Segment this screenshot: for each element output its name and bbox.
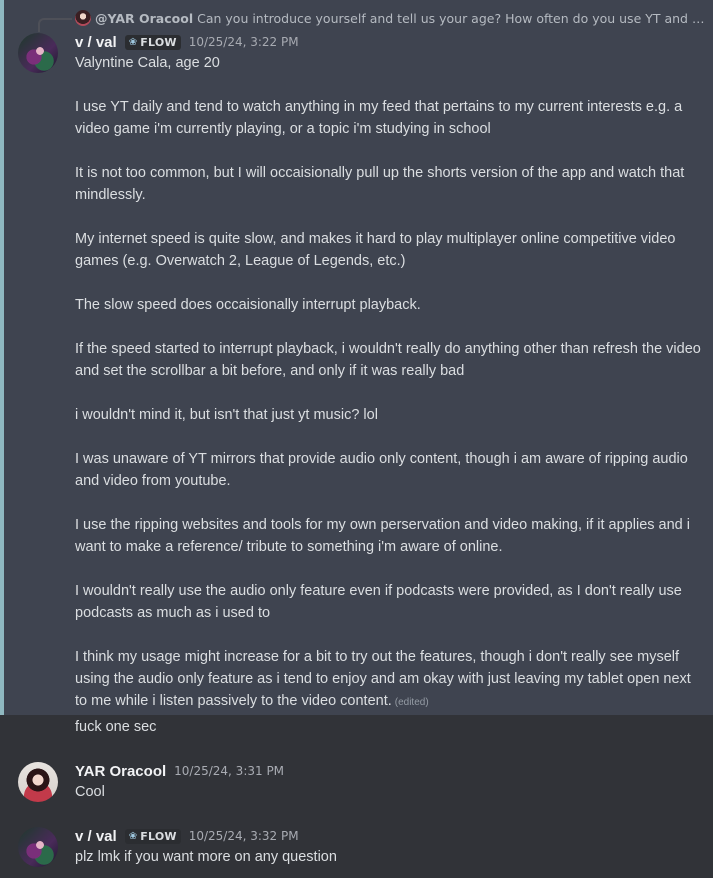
message-paragraph: I was unaware of YT mirrors that provide…	[75, 451, 688, 489]
reply-connector	[38, 18, 72, 32]
avatar-val-icon[interactable]	[18, 33, 58, 73]
reply-author[interactable]: @YAR Oracool	[95, 11, 193, 26]
author-name[interactable]: YAR Oracool	[75, 763, 166, 780]
message-paragraph: If the speed started to interrupt playba…	[75, 341, 701, 379]
guild-tag[interactable]: ❀ FLOW	[124, 34, 181, 50]
message-content: fuck one sec	[75, 716, 705, 738]
message-paragraph: The slow speed does occaisionally interr…	[75, 297, 421, 313]
flow-tag-icon: ❀	[128, 36, 138, 48]
guild-tag-label: FLOW	[140, 829, 177, 843]
author-name[interactable]: v / val	[75, 828, 117, 845]
reply-text[interactable]: Can you introduce yourself and tell us y…	[197, 11, 705, 26]
reply-avatar-icon	[75, 10, 91, 26]
message-text: fuck one sec	[75, 719, 157, 735]
message-paragraph: My internet speed is quite slow, and mak…	[75, 231, 676, 269]
avatar-val-icon[interactable]	[18, 827, 58, 867]
message-paragraph: Valyntine Cala, age 20	[75, 55, 220, 71]
message-content: Cool	[75, 781, 705, 803]
message-header: YAR Oracool 10/25/24, 3:31 PM	[75, 760, 284, 782]
message-paragraph: I use the ripping websites and tools for…	[75, 517, 690, 555]
message-header: v / val ❀ FLOW 10/25/24, 3:32 PM	[75, 825, 299, 847]
timestamp[interactable]: 10/25/24, 3:32 PM	[189, 829, 299, 843]
message-content: plz lmk if you want more on any question	[75, 846, 705, 868]
message-paragraph-text: I think my usage might increase for a bi…	[75, 649, 691, 709]
message-paragraph: I wouldn't really use the audio only fea…	[75, 583, 682, 621]
guild-tag-label: FLOW	[140, 35, 177, 49]
message-text: plz lmk if you want more on any question	[75, 849, 337, 865]
message-paragraph: i wouldn't mind it, but isn't that just …	[75, 407, 378, 423]
timestamp[interactable]: 10/25/24, 3:31 PM	[174, 764, 284, 778]
avatar-yar-icon[interactable]	[18, 762, 58, 802]
message-paragraph: I use YT daily and tend to watch anythin…	[75, 99, 683, 137]
edited-indicator: (edited)	[394, 697, 429, 708]
guild-tag[interactable]: ❀ FLOW	[124, 828, 181, 844]
timestamp[interactable]: 10/25/24, 3:22 PM	[189, 35, 299, 49]
author-name[interactable]: v / val	[75, 34, 117, 51]
reply-preview[interactable]: @YAR Oracool Can you introduce yourself …	[75, 9, 705, 27]
flow-tag-icon: ❀	[128, 830, 138, 842]
message-header: v / val ❀ FLOW 10/25/24, 3:22 PM	[75, 31, 299, 53]
message-paragraph: It is not too common, but I will occaisi…	[75, 165, 685, 203]
message-paragraph-last: I think my usage might increase for a bi…	[75, 646, 705, 714]
message-text: Cool	[75, 784, 105, 800]
message-content: Valyntine Cala, age 20 I use YT daily an…	[75, 52, 705, 714]
